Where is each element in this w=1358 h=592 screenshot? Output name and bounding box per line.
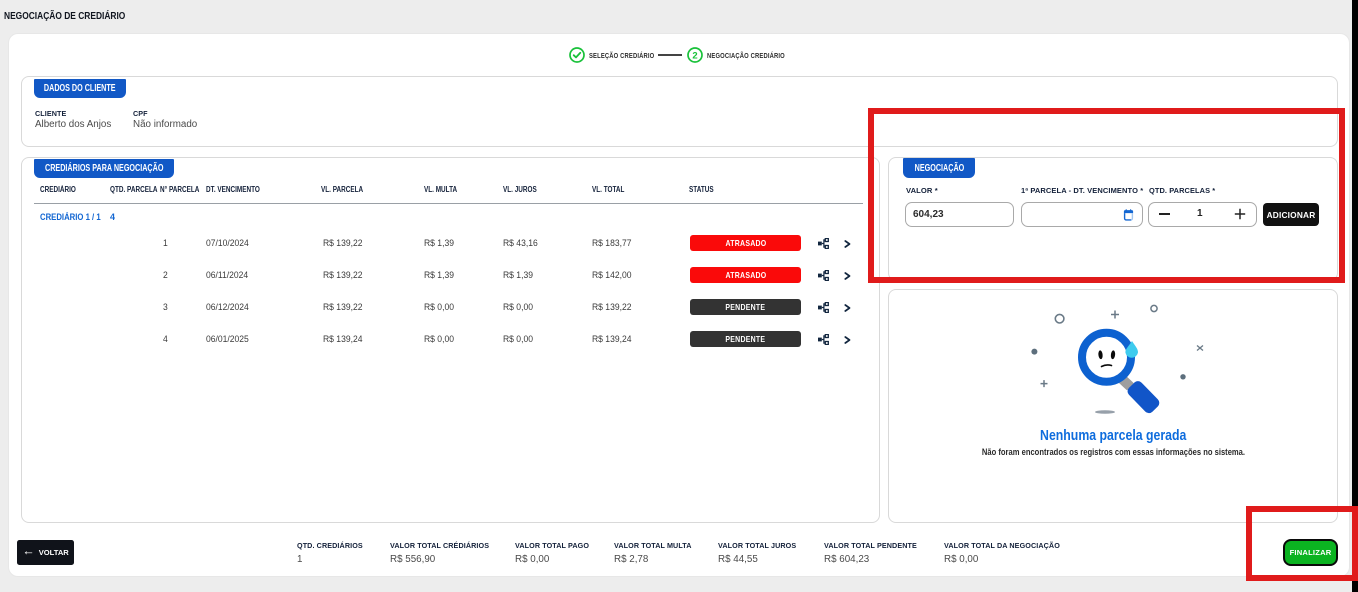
svg-text:2: 2	[692, 50, 697, 61]
